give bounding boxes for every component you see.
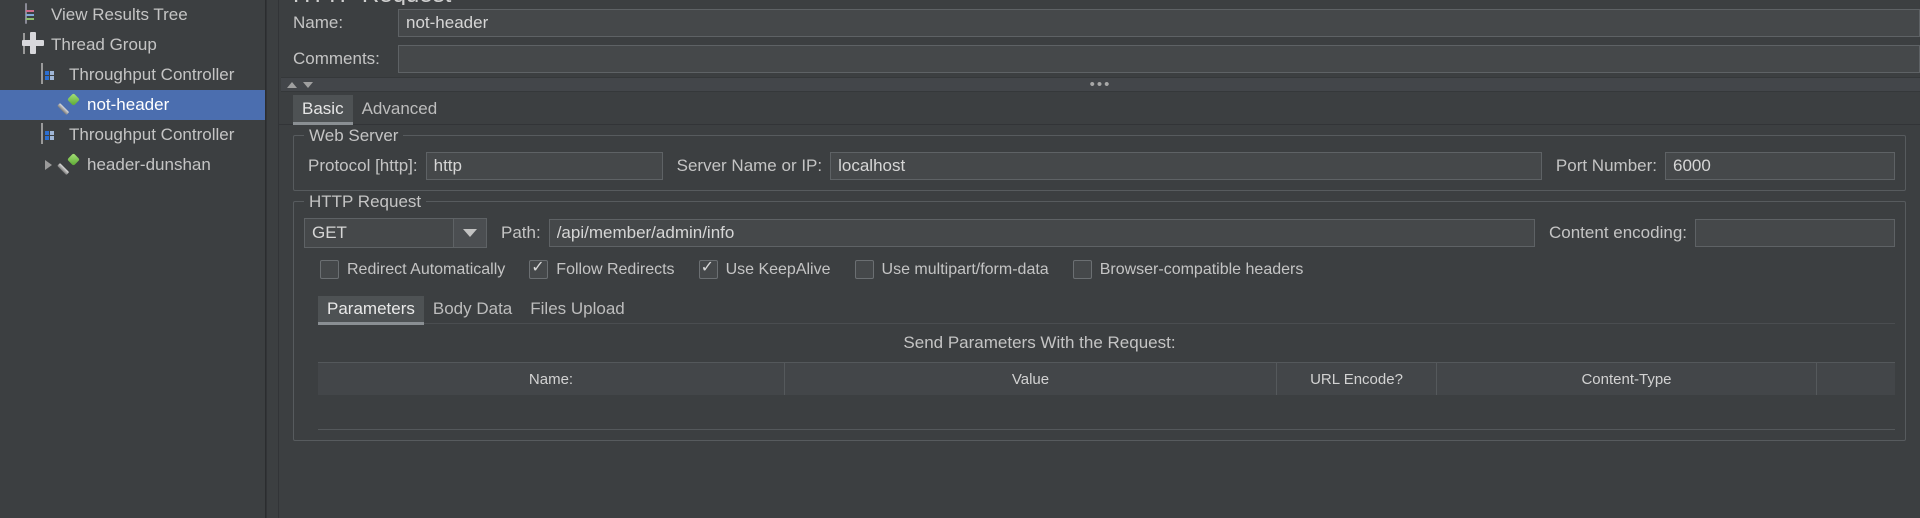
collapse-up-icon[interactable] (287, 81, 297, 88)
name-input[interactable] (398, 9, 1920, 37)
tab-basic[interactable]: Basic (293, 95, 353, 125)
comments-label: Comments: (293, 49, 380, 68)
splitter-grip-icon: ••• (1089, 75, 1112, 93)
main-tabbar[interactable]: Basic Advanced (279, 92, 1920, 125)
tab-parameters[interactable]: Parameters (318, 296, 424, 325)
option-follow-redirects[interactable]: Follow Redirects (529, 257, 675, 279)
path-input[interactable] (548, 219, 1535, 247)
tree-item-label: View Results Tree (51, 5, 188, 24)
web-server-group-title: Web Server (304, 126, 404, 146)
chevron-down-icon[interactable] (453, 219, 486, 247)
option-label: Use KeepAlive (725, 260, 831, 278)
http-request-group-title: HTTP Request (304, 192, 427, 212)
request-options-row[interactable]: Redirect Automatically Follow Redirects Us… (304, 248, 1895, 281)
checkbox-checked-icon[interactable] (698, 257, 718, 279)
tree-twisty-spacer (38, 90, 58, 120)
horizontal-splitter[interactable] (266, 0, 279, 518)
jmeter-http-request-window: View Results Tree Thread Group Throughput … (0, 0, 1920, 518)
protocol-label: Protocol [http]: (308, 156, 418, 175)
tree-item-label: Thread Group (51, 35, 157, 54)
tree-item[interactable]: header-dunshan (0, 150, 266, 180)
tree-item-label: not-header (87, 95, 170, 114)
listener-icon (22, 3, 44, 26)
http-request-group: HTTP Request GET Path: Content encoding:… (293, 192, 1906, 441)
tree-item[interactable]: Throughput Controller (0, 120, 266, 150)
option-label: Follow Redirects (556, 260, 675, 278)
method-combo[interactable]: GET (304, 218, 487, 248)
sampler-icon (58, 94, 80, 116)
tree-item[interactable]: Thread Group (0, 30, 266, 60)
checkbox-checked-icon[interactable] (529, 257, 549, 279)
tree-twisty-spacer (20, 60, 40, 90)
option-redirect-automatically[interactable]: Redirect Automatically (320, 260, 505, 279)
tree-item-label: Throughput Controller (69, 65, 235, 84)
test-plan-tree[interactable]: View Results Tree Thread Group Throughput … (0, 0, 266, 518)
content-encoding-label: Content encoding: (1549, 223, 1687, 242)
column-header[interactable]: Value (785, 363, 1277, 395)
controller-icon-glyph (41, 63, 43, 84)
send-parameters-caption: Send Parameters With the Request: (903, 333, 1176, 352)
path-label: Path: (501, 223, 541, 242)
checkbox-unchecked-icon[interactable] (1072, 260, 1092, 279)
checkbox-unchecked-icon[interactable] (854, 260, 874, 279)
name-label: Name: (293, 13, 344, 32)
tree-twisty-spacer (2, 30, 22, 60)
thread-group-icon (22, 34, 44, 56)
column-header[interactable]: Name: (318, 363, 785, 395)
expand-arrow-icon[interactable] (38, 150, 58, 180)
tab-advanced[interactable]: Advanced (353, 95, 447, 124)
column-header[interactable]: Content-Type (1437, 363, 1817, 395)
tree-item-label: Throughput Controller (69, 125, 235, 144)
server-name-input[interactable] (830, 152, 1542, 180)
comments-input[interactable] (398, 45, 1920, 73)
method-path-row: GET Path: Content encoding: (304, 218, 1895, 248)
content-encoding-input[interactable] (1695, 219, 1895, 247)
tree-item-label: header-dunshan (87, 155, 211, 174)
tree-panel-divider (265, 0, 266, 518)
collapse-down-icon[interactable] (303, 81, 313, 88)
web-server-group: Web Server Protocol [http]: Server Name … (293, 126, 1906, 191)
tree-item[interactable]: View Results Tree (0, 0, 266, 30)
column-header[interactable]: URL Encode? (1277, 363, 1437, 395)
option-label: Use multipart/form-data (881, 260, 1049, 278)
server-name-label: Server Name or IP: (676, 156, 823, 175)
parameters-table-body[interactable] (318, 395, 1895, 429)
option-label: Browser-compatible headers (1099, 260, 1304, 278)
parameters-table-header: Name: Value URL Encode? Content-Type (318, 363, 1895, 395)
port-number-label: Port Number: (1555, 156, 1657, 175)
option-use-multipart-form-data[interactable]: Use multipart/form-data (854, 260, 1049, 279)
option-use-keepalive[interactable]: Use KeepAlive (698, 257, 831, 279)
method-combo-value: GET (312, 223, 347, 242)
tab-files-upload[interactable]: Files Upload (521, 296, 634, 323)
parameters-tabbar[interactable]: Parameters Body Data Files Upload (318, 293, 1895, 325)
vertical-splitter-bar[interactable]: ••• (281, 77, 1920, 92)
sampler-icon (58, 154, 80, 176)
name-row: Name: (279, 5, 1920, 41)
web-server-row: Protocol [http]: Server Name or IP: Port… (304, 152, 1895, 180)
option-label: Redirect Automatically (347, 260, 506, 278)
tree-item[interactable]: not-header (0, 90, 266, 120)
controller-icon (40, 63, 62, 86)
protocol-input[interactable] (425, 152, 663, 180)
tree-twisty-spacer (20, 120, 40, 150)
checkbox-unchecked-icon[interactable] (320, 260, 339, 279)
http-request-editor: HTTP Request Name: Comments: ••• BasicAd… (279, 0, 1920, 518)
tree-item[interactable]: Throughput Controller (0, 60, 266, 90)
tree-twisty-spacer (2, 0, 22, 30)
listener-icon-glyph (25, 3, 27, 24)
controller-icon (40, 123, 62, 146)
port-number-input[interactable] (1665, 152, 1895, 180)
controller-icon-glyph (41, 123, 43, 144)
comments-row: Comments: (279, 41, 1920, 77)
option-browser-compatible-headers[interactable]: Browser-compatible headers (1072, 260, 1304, 279)
tab-body-data[interactable]: Body Data (424, 296, 521, 323)
parameters-table[interactable]: Name: Value URL Encode? Content-Type (318, 362, 1895, 430)
